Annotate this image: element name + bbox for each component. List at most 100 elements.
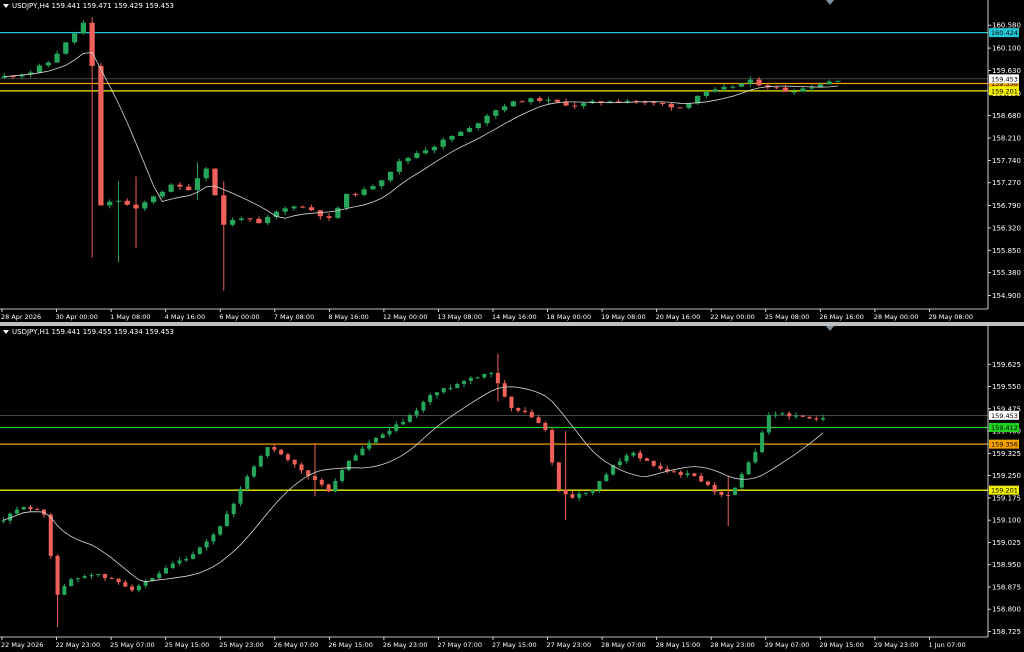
y-tick-label: 156.320 [992, 224, 1021, 232]
candle-body [519, 101, 525, 103]
candle-body [387, 171, 394, 181]
candle-body [335, 207, 341, 218]
candle-body [285, 454, 290, 460]
candle-body [123, 582, 128, 587]
y-tick-label: 160.100 [992, 45, 1021, 53]
x-tick-label: 22 May 23:00 [56, 641, 101, 649]
y-tick-label: 156.790 [992, 202, 1021, 210]
candle-body [367, 442, 372, 449]
candle-body [475, 123, 481, 129]
candle-body [414, 410, 419, 415]
h4-chart-header: USDJPY,H4 159.441 159.471 159.429 159.45… [3, 2, 174, 10]
candle-body [109, 577, 114, 579]
candle-body [96, 573, 101, 576]
candle-body [563, 101, 569, 106]
candle-body [184, 558, 189, 561]
candle-body [529, 411, 534, 418]
candle-body [510, 101, 516, 107]
candle-body [204, 541, 209, 548]
candle-body [197, 547, 202, 555]
scroll-marker-icon[interactable] [826, 0, 834, 5]
candle-body [455, 383, 460, 389]
candle-body [550, 429, 555, 463]
price-tag-label: 159.201 [991, 487, 1018, 495]
candle-body [159, 191, 165, 197]
candle-body [475, 377, 480, 379]
candle-body [421, 402, 426, 411]
x-tick-label: 29 May 23:00 [874, 641, 919, 649]
h1-chart-canvas[interactable]: 159.625159.550159.475159.400159.325159.2… [0, 326, 1024, 652]
candle-body [115, 200, 122, 202]
candle-body [730, 86, 736, 88]
h4-chart-canvas[interactable]: 160.580160.100159.630159.150158.680158.2… [0, 0, 1024, 322]
h1-chart-pane[interactable]: 159.625159.550159.475159.400159.325159.2… [0, 326, 1024, 652]
x-tick-label: 13 May 08:00 [437, 313, 482, 321]
candle-body [793, 415, 798, 417]
candle-body [177, 560, 182, 564]
candle-body [692, 473, 697, 476]
candle-body [221, 195, 227, 225]
candle-body [597, 481, 602, 490]
candle-body [631, 452, 636, 456]
x-tick-label: 26 May 23:00 [383, 641, 428, 649]
candle-body [407, 414, 412, 422]
candle-body [572, 105, 578, 107]
x-tick-label: 27 May 15:00 [492, 641, 537, 649]
x-tick-label: 4 May 16:00 [165, 313, 205, 321]
candle-body [401, 421, 406, 425]
candle-body [279, 449, 284, 455]
candle-body [590, 489, 595, 493]
candle-body [256, 218, 262, 224]
candle-body [282, 208, 288, 212]
candle-body [537, 98, 543, 101]
candle-body [238, 218, 244, 220]
candle-body [695, 96, 701, 104]
h4-chart-pane[interactable]: 160.580160.100159.630159.150158.680158.2… [0, 0, 1024, 322]
y-tick-label: 158.725 [992, 628, 1021, 636]
candle-body [326, 216, 332, 218]
scroll-marker-icon[interactable] [826, 326, 834, 331]
candle-body [54, 53, 60, 63]
candle-body [458, 131, 464, 136]
candle-body [194, 178, 201, 191]
candle-body [821, 417, 826, 420]
x-tick-label: 26 May 16:00 [819, 313, 864, 321]
candle-body [89, 575, 94, 577]
candle-body [554, 99, 560, 102]
chevron-down-icon[interactable] [3, 330, 9, 334]
y-tick-label: 159.250 [992, 472, 1021, 480]
candle-body [814, 418, 819, 420]
candle-body [124, 200, 130, 205]
candle-body [380, 434, 385, 438]
price-tag-label: 159.453 [991, 75, 1018, 83]
h4-header-text: USDJPY,H4 159.441 159.471 159.429 159.45… [12, 2, 174, 10]
candle-body [495, 372, 500, 384]
candle-body [387, 430, 392, 435]
candle-body [319, 480, 324, 485]
x-tick-label: 28 Apr 2026 [1, 313, 41, 321]
candle-body [142, 202, 148, 209]
candle-body [163, 568, 168, 574]
candle-body [326, 484, 331, 492]
y-tick-label: 159.630 [992, 67, 1021, 75]
chevron-down-icon[interactable] [3, 4, 9, 8]
candle-body [21, 507, 26, 510]
y-tick-label: 159.025 [992, 539, 1021, 547]
candle-body [82, 576, 87, 579]
candle-body [63, 42, 69, 54]
x-tick-label: 28 May 07:00 [601, 641, 646, 649]
candle-body [756, 79, 762, 86]
candle-body [80, 22, 86, 34]
candle-body [543, 423, 548, 430]
candle-body [489, 372, 494, 374]
candle-body [787, 413, 792, 417]
candle-body [703, 91, 710, 97]
candle-body [300, 206, 306, 208]
candle-body [668, 103, 674, 108]
candle-body [766, 414, 771, 433]
candle-body [638, 452, 643, 459]
moving-average-line [3, 386, 824, 583]
candle-body [75, 578, 80, 580]
candle-body [809, 87, 815, 89]
x-tick-label: 18 May 00:00 [547, 313, 592, 321]
